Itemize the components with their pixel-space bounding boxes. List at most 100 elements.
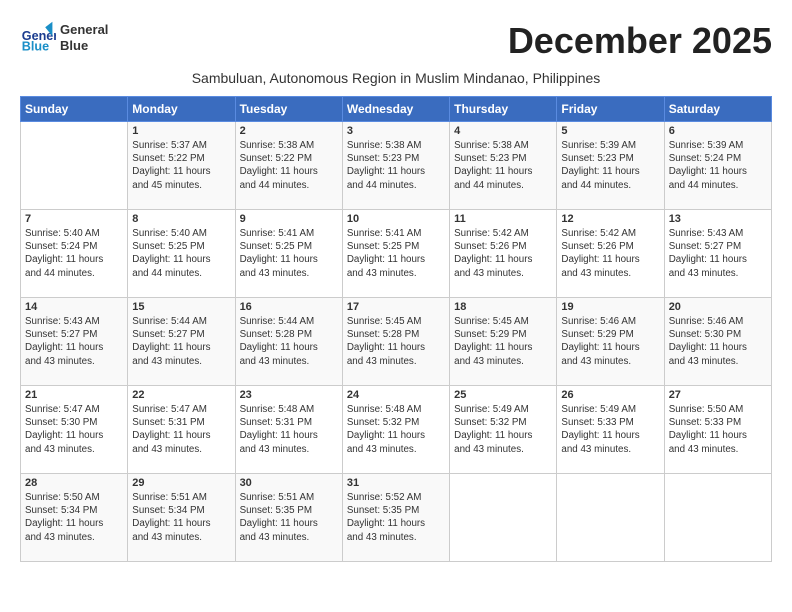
calendar-cell: 26 Sunrise: 5:49 AMSunset: 5:33 PMDayligh…: [557, 386, 664, 474]
calendar-cell: 3 Sunrise: 5:38 AMSunset: 5:23 PMDaylight…: [342, 122, 449, 210]
calendar-cell: 25 Sunrise: 5:49 AMSunset: 5:32 PMDayligh…: [450, 386, 557, 474]
day-number: 11: [454, 213, 552, 225]
day-number: 27: [669, 389, 767, 401]
day-info: Sunrise: 5:38 AMSunset: 5:22 PMDaylight:…: [240, 139, 338, 192]
day-info: Sunrise: 5:47 AMSunset: 5:31 PMDaylight:…: [132, 403, 230, 456]
calendar-cell: 14 Sunrise: 5:43 AMSunset: 5:27 PMDayligh…: [21, 298, 128, 386]
day-number: 19: [561, 301, 659, 313]
calendar-cell: [664, 474, 771, 562]
day-number: 12: [561, 213, 659, 225]
day-number: 26: [561, 389, 659, 401]
logo-line2: Blue: [60, 38, 108, 54]
day-number: 31: [347, 477, 445, 489]
calendar-cell: [450, 474, 557, 562]
day-info: Sunrise: 5:52 AMSunset: 5:35 PMDaylight:…: [347, 491, 445, 544]
day-header-sunday: Sunday: [21, 97, 128, 122]
day-header-friday: Friday: [557, 97, 664, 122]
day-info: Sunrise: 5:49 AMSunset: 5:32 PMDaylight:…: [454, 403, 552, 456]
day-info: Sunrise: 5:49 AMSunset: 5:33 PMDaylight:…: [561, 403, 659, 456]
logo-text: General Blue: [60, 22, 108, 53]
calendar-cell: 13 Sunrise: 5:43 AMSunset: 5:27 PMDayligh…: [664, 210, 771, 298]
calendar-cell: 27 Sunrise: 5:50 AMSunset: 5:33 PMDayligh…: [664, 386, 771, 474]
day-info: Sunrise: 5:43 AMSunset: 5:27 PMDaylight:…: [25, 315, 123, 368]
month-title: December 2025: [508, 20, 772, 62]
calendar-cell: 19 Sunrise: 5:46 AMSunset: 5:29 PMDayligh…: [557, 298, 664, 386]
calendar-subtitle: Sambuluan, Autonomous Region in Muslim M…: [20, 70, 772, 86]
day-number: 9: [240, 213, 338, 225]
day-info: Sunrise: 5:42 AMSunset: 5:26 PMDaylight:…: [454, 227, 552, 280]
day-info: Sunrise: 5:46 AMSunset: 5:30 PMDaylight:…: [669, 315, 767, 368]
day-info: Sunrise: 5:39 AMSunset: 5:24 PMDaylight:…: [669, 139, 767, 192]
day-number: 16: [240, 301, 338, 313]
calendar-cell: 15 Sunrise: 5:44 AMSunset: 5:27 PMDayligh…: [128, 298, 235, 386]
calendar-cell: 24 Sunrise: 5:48 AMSunset: 5:32 PMDayligh…: [342, 386, 449, 474]
day-number: 15: [132, 301, 230, 313]
day-number: 13: [669, 213, 767, 225]
calendar-cell: 28 Sunrise: 5:50 AMSunset: 5:34 PMDayligh…: [21, 474, 128, 562]
calendar-cell: 21Sunrise: 5:47 AMSunset: 5:30 PMDayligh…: [21, 386, 128, 474]
day-info: Sunrise: 5:50 AMSunset: 5:33 PMDaylight:…: [669, 403, 767, 456]
day-info: Sunrise: 5:44 AMSunset: 5:27 PMDaylight:…: [132, 315, 230, 368]
day-info: Sunrise: 5:46 AMSunset: 5:29 PMDaylight:…: [561, 315, 659, 368]
day-info: Sunrise: 5:39 AMSunset: 5:23 PMDaylight:…: [561, 139, 659, 192]
day-info: Sunrise: 5:41 AMSunset: 5:25 PMDaylight:…: [347, 227, 445, 280]
day-number: 28: [25, 477, 123, 489]
day-header-thursday: Thursday: [450, 97, 557, 122]
day-header-wednesday: Wednesday: [342, 97, 449, 122]
header-row: SundayMondayTuesdayWednesdayThursdayFrid…: [21, 97, 772, 122]
calendar-cell: 9Sunrise: 5:41 AMSunset: 5:25 PMDaylight…: [235, 210, 342, 298]
calendar-cell: 17 Sunrise: 5:45 AMSunset: 5:28 PMDayligh…: [342, 298, 449, 386]
calendar-cell: 4 Sunrise: 5:38 AMSunset: 5:23 PMDaylight…: [450, 122, 557, 210]
week-row-2: 7 Sunrise: 5:40 AMSunset: 5:24 PMDaylight…: [21, 210, 772, 298]
calendar-cell: [21, 122, 128, 210]
day-number: 24: [347, 389, 445, 401]
day-number: 17: [347, 301, 445, 313]
calendar-cell: 7 Sunrise: 5:40 AMSunset: 5:24 PMDaylight…: [21, 210, 128, 298]
day-info: Sunrise: 5:50 AMSunset: 5:34 PMDaylight:…: [25, 491, 123, 544]
day-number: 25: [454, 389, 552, 401]
calendar-cell: 6 Sunrise: 5:39 AMSunset: 5:24 PMDaylight…: [664, 122, 771, 210]
day-number: 6: [669, 125, 767, 137]
day-number: 23: [240, 389, 338, 401]
day-info: Sunrise: 5:45 AMSunset: 5:28 PMDaylight:…: [347, 315, 445, 368]
week-row-4: 21Sunrise: 5:47 AMSunset: 5:30 PMDayligh…: [21, 386, 772, 474]
day-info: Sunrise: 5:48 AMSunset: 5:32 PMDaylight:…: [347, 403, 445, 456]
day-number: 22: [132, 389, 230, 401]
logo-line1: General: [60, 22, 108, 38]
day-number: 7: [25, 213, 123, 225]
calendar-cell: 22 Sunrise: 5:47 AMSunset: 5:31 PMDayligh…: [128, 386, 235, 474]
day-number: 1: [132, 125, 230, 137]
calendar-cell: 2Sunrise: 5:38 AMSunset: 5:22 PMDaylight…: [235, 122, 342, 210]
week-row-1: 1 Sunrise: 5:37 AMSunset: 5:22 PMDaylight…: [21, 122, 772, 210]
day-info: Sunrise: 5:40 AMSunset: 5:25 PMDaylight:…: [132, 227, 230, 280]
day-number: 14: [25, 301, 123, 313]
day-info: Sunrise: 5:38 AMSunset: 5:23 PMDaylight:…: [347, 139, 445, 192]
svg-text:Blue: Blue: [22, 40, 49, 54]
day-info: Sunrise: 5:51 AMSunset: 5:35 PMDaylight:…: [240, 491, 338, 544]
day-info: Sunrise: 5:51 AMSunset: 5:34 PMDaylight:…: [132, 491, 230, 544]
day-header-saturday: Saturday: [664, 97, 771, 122]
week-row-5: 28 Sunrise: 5:50 AMSunset: 5:34 PMDayligh…: [21, 474, 772, 562]
day-info: Sunrise: 5:37 AMSunset: 5:22 PMDaylight:…: [132, 139, 230, 192]
calendar-cell: 18Sunrise: 5:45 AMSunset: 5:29 PMDayligh…: [450, 298, 557, 386]
day-number: 4: [454, 125, 552, 137]
calendar-cell: 20 Sunrise: 5:46 AMSunset: 5:30 PMDayligh…: [664, 298, 771, 386]
calendar-cell: 23 Sunrise: 5:48 AMSunset: 5:31 PMDayligh…: [235, 386, 342, 474]
day-info: Sunrise: 5:44 AMSunset: 5:28 PMDaylight:…: [240, 315, 338, 368]
day-number: 3: [347, 125, 445, 137]
day-info: Sunrise: 5:48 AMSunset: 5:31 PMDaylight:…: [240, 403, 338, 456]
day-number: 18: [454, 301, 552, 313]
calendar-cell: 8Sunrise: 5:40 AMSunset: 5:25 PMDaylight…: [128, 210, 235, 298]
day-number: 21: [25, 389, 123, 401]
calendar-cell: 11 Sunrise: 5:42 AMSunset: 5:26 PMDayligh…: [450, 210, 557, 298]
day-number: 5: [561, 125, 659, 137]
calendar-cell: 30Sunrise: 5:51 AMSunset: 5:35 PMDayligh…: [235, 474, 342, 562]
day-info: Sunrise: 5:42 AMSunset: 5:26 PMDaylight:…: [561, 227, 659, 280]
day-header-tuesday: Tuesday: [235, 97, 342, 122]
day-info: Sunrise: 5:40 AMSunset: 5:24 PMDaylight:…: [25, 227, 123, 280]
day-number: 20: [669, 301, 767, 313]
day-info: Sunrise: 5:43 AMSunset: 5:27 PMDaylight:…: [669, 227, 767, 280]
week-row-3: 14 Sunrise: 5:43 AMSunset: 5:27 PMDayligh…: [21, 298, 772, 386]
calendar-cell: 31 Sunrise: 5:52 AMSunset: 5:35 PMDayligh…: [342, 474, 449, 562]
day-info: Sunrise: 5:38 AMSunset: 5:23 PMDaylight:…: [454, 139, 552, 192]
